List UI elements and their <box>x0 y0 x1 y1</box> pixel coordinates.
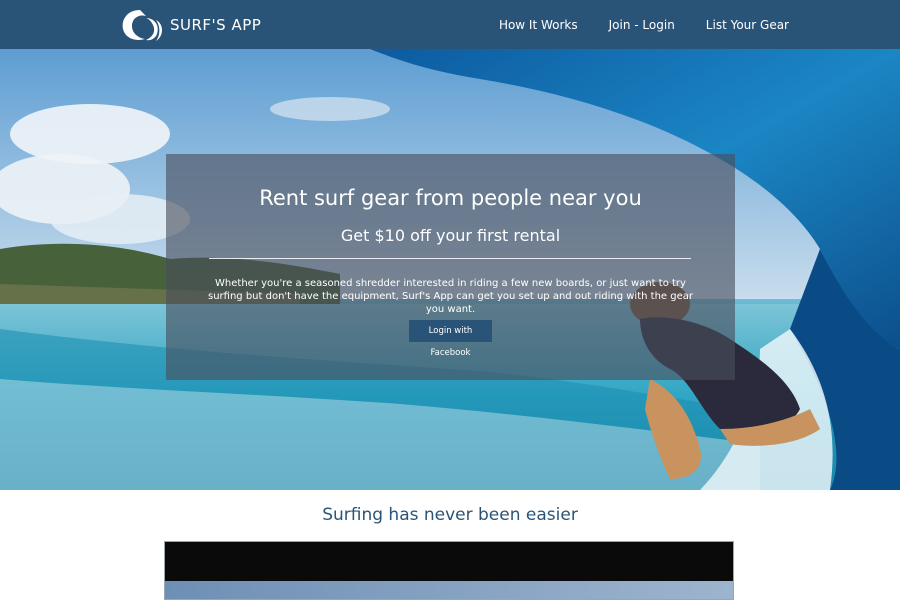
nav-list-your-gear[interactable]: List Your Gear <box>706 18 789 32</box>
hero-overlay-box: Rent surf gear from people near you Get … <box>166 154 735 380</box>
brand-name: SURF'S APP <box>170 16 262 34</box>
hero-title: Rent surf gear from people near you <box>259 186 642 210</box>
section-title: Surfing has never been easier <box>322 505 578 525</box>
wave-logo-icon <box>122 10 162 41</box>
hero-subtitle: Get $10 off your first rental <box>340 226 561 245</box>
hero-section: Rent surf gear from people near you Get … <box>0 49 900 490</box>
nav-how-it-works[interactable]: How It Works <box>499 18 578 32</box>
hero-description: Whether you're a seasoned shredder inter… <box>208 278 693 315</box>
video-preview-strip <box>165 581 733 599</box>
nav-links: How It Works Join - Login List Your Gear <box>499 0 789 49</box>
brand-logo[interactable]: SURF'S APP <box>120 7 261 43</box>
nav-join-login[interactable]: Join - Login <box>609 18 675 32</box>
video-player[interactable] <box>164 541 734 600</box>
hero-divider <box>209 258 691 259</box>
login-with-facebook-button[interactable]: Login with Facebook <box>409 320 492 358</box>
top-navbar: SURF'S APP How It Works Join - Login Lis… <box>0 0 900 49</box>
